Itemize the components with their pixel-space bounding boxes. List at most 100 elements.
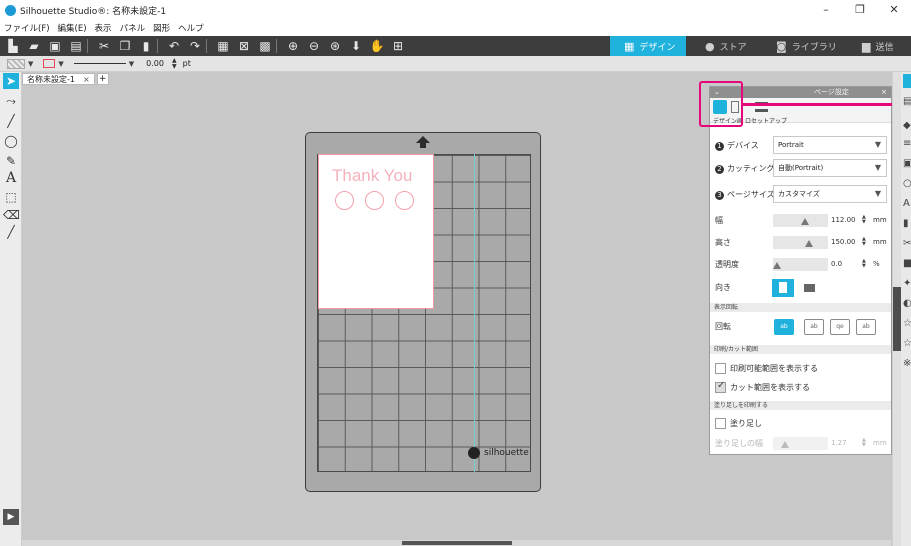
bleed-width-slider[interactable] bbox=[773, 436, 828, 450]
bleed-width-value[interactable]: 1.27 bbox=[831, 439, 847, 447]
show-print-area-checkbox[interactable] bbox=[715, 362, 726, 374]
panel-icon-6[interactable]: A bbox=[903, 198, 911, 210]
panel-icon-7[interactable]: ▮ bbox=[903, 218, 911, 230]
tab-send[interactable]: ▆ 送信 bbox=[862, 36, 893, 56]
tab-design[interactable]: ▦ デザイン bbox=[610, 36, 686, 56]
minimize-button[interactable]: – bbox=[809, 0, 843, 20]
design-page[interactable]: Thank You bbox=[318, 154, 434, 309]
panel-icon-14[interactable]: ※ bbox=[903, 358, 911, 370]
rotate-180-button[interactable]: qe bbox=[830, 319, 850, 335]
panel-icon-10[interactable]: ✦ bbox=[903, 278, 911, 290]
panel-icon-5[interactable]: ○ bbox=[903, 178, 911, 190]
width-value[interactable]: 112.00 bbox=[831, 216, 856, 224]
new-icon[interactable]: ▙ bbox=[5, 38, 21, 54]
portrait-button[interactable] bbox=[772, 279, 794, 297]
rotate-90-button[interactable]: ab bbox=[804, 319, 824, 335]
add-tab-button[interactable]: + bbox=[96, 73, 109, 85]
zoom-in-icon[interactable]: ⊕ bbox=[285, 38, 301, 54]
add-page-icon[interactable]: ⊞ bbox=[390, 38, 406, 54]
circle-shape[interactable] bbox=[365, 191, 384, 210]
bleed-width-spinner-icon[interactable]: ▲ ▼ bbox=[862, 438, 866, 448]
panel-close-icon[interactable]: × bbox=[881, 87, 887, 98]
line-tool-icon[interactable]: ╱ bbox=[3, 113, 19, 129]
height-spinner-icon[interactable]: ▲ ▼ bbox=[862, 237, 866, 247]
menu-file[interactable]: ファイル(F) bbox=[4, 22, 50, 34]
device-select[interactable]: Portrait ▼ bbox=[773, 136, 887, 154]
tab-store[interactable]: ● ストア bbox=[703, 36, 747, 56]
chevron-down-icon[interactable]: ▼ bbox=[58, 60, 63, 68]
panel-icon-2[interactable]: ◆ bbox=[903, 120, 911, 132]
paste-icon[interactable]: ▮ bbox=[138, 38, 154, 54]
cut-icon[interactable]: ✂ bbox=[96, 38, 112, 54]
page-settings-tab-icon[interactable] bbox=[903, 74, 911, 88]
circle-shape[interactable] bbox=[335, 191, 354, 210]
print-icon[interactable]: ▤ bbox=[68, 38, 84, 54]
zoom-out-icon[interactable]: ⊖ bbox=[306, 38, 322, 54]
panel-icon-3[interactable]: ≡ bbox=[903, 138, 911, 150]
menu-panel[interactable]: パネル bbox=[120, 22, 146, 34]
undo-icon[interactable]: ↶ bbox=[166, 38, 182, 54]
width-slider[interactable] bbox=[773, 213, 828, 227]
text-tool-icon[interactable]: A bbox=[3, 170, 19, 186]
line-color-swatch[interactable] bbox=[43, 59, 56, 68]
menu-shape[interactable]: 図形 bbox=[153, 22, 170, 34]
knife-tool-icon[interactable]: ╱ bbox=[3, 224, 19, 240]
panel-icon-13[interactable]: ☆ bbox=[903, 338, 911, 350]
shape-tool-icon[interactable]: ⬚ bbox=[3, 189, 19, 205]
fill-swatch[interactable] bbox=[7, 58, 25, 69]
width-spinner-icon[interactable]: ▲ ▼ bbox=[862, 215, 866, 225]
menu-edit[interactable]: 編集(E) bbox=[58, 22, 87, 34]
panel-icon-4[interactable]: ▣ bbox=[903, 158, 911, 170]
panel-icon-12[interactable]: ☆ bbox=[903, 318, 911, 330]
page-size-select[interactable]: カスタマイズ ▼ bbox=[773, 185, 887, 203]
cutting-mat-select[interactable]: 自動(Portrait) ▼ bbox=[773, 159, 887, 177]
height-slider[interactable] bbox=[773, 235, 828, 249]
landscape-button[interactable] bbox=[799, 279, 821, 297]
rotate-0-button[interactable]: ab bbox=[774, 319, 794, 335]
zoom-fit-icon[interactable]: ⊛ bbox=[327, 38, 343, 54]
eraser-tool-icon[interactable]: ⌫ bbox=[3, 207, 20, 223]
select-all-icon[interactable]: ▦ bbox=[215, 38, 231, 54]
panel-toggle-icon[interactable]: ▶ bbox=[3, 509, 19, 525]
thank-you-text[interactable]: Thank You bbox=[332, 166, 412, 186]
transparency-value[interactable]: 0.0 bbox=[831, 260, 842, 268]
slider-knob-icon[interactable] bbox=[801, 217, 809, 225]
panel-icon-9[interactable]: ■ bbox=[903, 258, 911, 270]
line-width-value[interactable]: 0.00 bbox=[146, 59, 164, 68]
tab-library[interactable]: ◙ ライブラリ bbox=[776, 36, 837, 56]
close-button[interactable]: ✕ bbox=[877, 0, 911, 20]
vertical-scrollbar[interactable] bbox=[893, 72, 901, 546]
open-icon[interactable]: ▰ bbox=[26, 38, 42, 54]
horizontal-scroll-thumb[interactable] bbox=[402, 541, 512, 545]
horizontal-scrollbar[interactable] bbox=[22, 540, 891, 546]
chevron-down-icon[interactable]: ▼ bbox=[129, 60, 134, 68]
slider-knob-icon[interactable] bbox=[773, 261, 781, 269]
redo-icon[interactable]: ↷ bbox=[187, 38, 203, 54]
close-icon[interactable]: × bbox=[83, 75, 90, 84]
document-tab[interactable]: 名称未設定-1 × bbox=[22, 73, 95, 85]
circle-shape[interactable] bbox=[395, 191, 414, 210]
transparency-spinner-icon[interactable]: ▲ ▼ bbox=[862, 259, 866, 269]
menu-view[interactable]: 表示 bbox=[95, 22, 112, 34]
copy-icon[interactable]: ❐ bbox=[117, 38, 133, 54]
save-icon[interactable]: ▣ bbox=[47, 38, 63, 54]
chevron-down-icon[interactable]: ▼ bbox=[28, 60, 33, 68]
panel-icon-8[interactable]: ✂ bbox=[903, 238, 911, 250]
ellipse-tool-icon[interactable]: ◯ bbox=[3, 133, 19, 149]
spinner-icon[interactable]: ▲ ▼ bbox=[172, 57, 177, 70]
panel-icon-11[interactable]: ◐ bbox=[903, 298, 911, 310]
height-value[interactable]: 150.00 bbox=[831, 238, 856, 246]
move-down-icon[interactable]: ⬇ bbox=[348, 38, 364, 54]
panel-icon-1[interactable]: ▤ bbox=[903, 96, 911, 108]
slider-knob-icon[interactable] bbox=[781, 440, 789, 448]
maximize-button[interactable]: ❐ bbox=[843, 0, 877, 20]
slider-knob-icon[interactable] bbox=[805, 239, 813, 247]
pencil-tool-icon[interactable]: ✎ bbox=[3, 153, 19, 169]
line-style-selector[interactable] bbox=[73, 63, 126, 64]
pan-icon[interactable]: ✋ bbox=[369, 38, 385, 54]
point-edit-tool-icon[interactable]: ⤳ bbox=[3, 93, 19, 109]
select-icon[interactable]: ▩ bbox=[257, 38, 273, 54]
pointer-tool-icon[interactable]: ➤ bbox=[3, 73, 19, 89]
deselect-icon[interactable]: ⊠ bbox=[236, 38, 252, 54]
menu-help[interactable]: ヘルプ bbox=[178, 22, 204, 34]
